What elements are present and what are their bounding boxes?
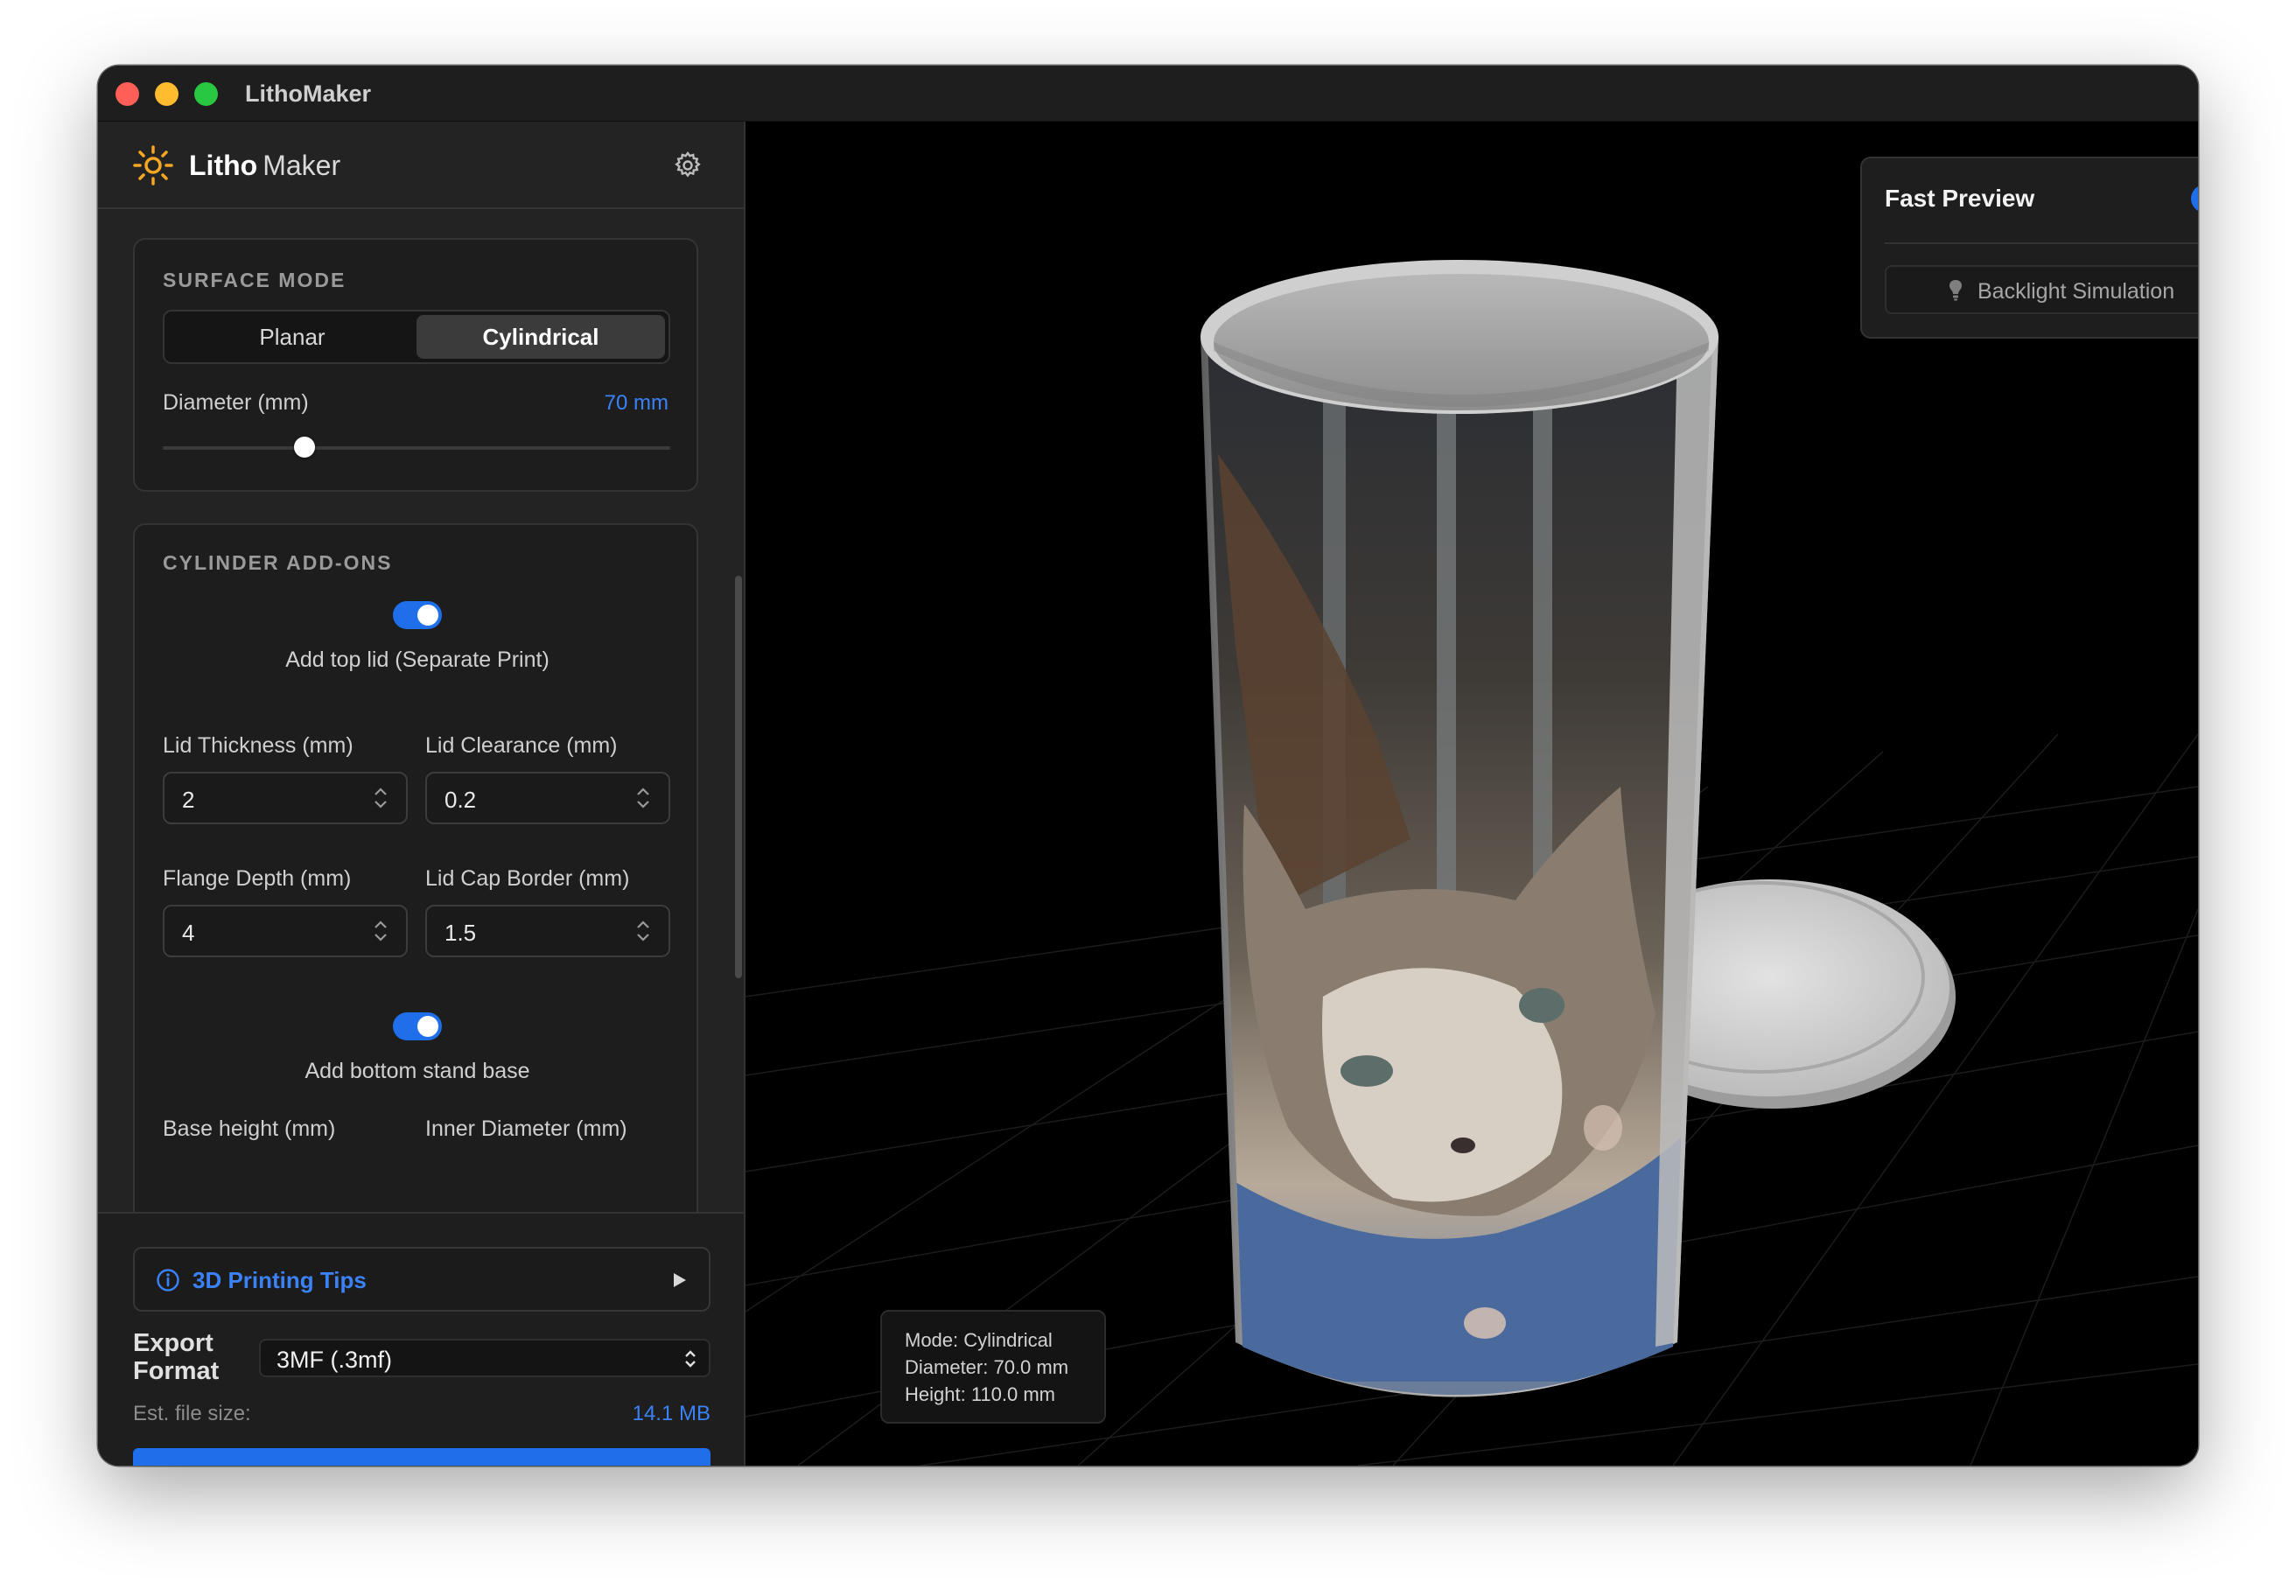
stepper-arrows-icon[interactable] bbox=[635, 785, 651, 811]
stepper-arrows-icon[interactable] bbox=[373, 918, 388, 944]
info-icon bbox=[157, 1269, 179, 1292]
file-size-label: Est. file size: bbox=[133, 1402, 251, 1425]
info-height: Height: 110.0 mm bbox=[905, 1383, 1056, 1405]
cylinder-addons-card: CYLINDER ADD-ONS Add top lid (Separate P… bbox=[133, 523, 698, 1212]
backlight-simulation-label: Backlight Simulation bbox=[1978, 279, 2175, 304]
backlight-simulation-button[interactable]: Backlight Simulation bbox=[1885, 265, 2198, 314]
info-diameter: Diameter: 70.0 mm bbox=[905, 1356, 1069, 1378]
bottom-base-toggle[interactable] bbox=[393, 1012, 442, 1040]
stepper-arrows-icon[interactable] bbox=[373, 785, 388, 811]
model-info-box: Mode: Cylindrical Diameter: 70.0 mm Heig… bbox=[880, 1310, 1106, 1424]
sidebar-header: Litho Maker bbox=[98, 122, 746, 209]
app-window: LithoMaker Litho Maker SURFACE MODE Plan… bbox=[98, 66, 2198, 1466]
cylinder-model bbox=[1200, 260, 1718, 1397]
sidebar-scrollbar[interactable] bbox=[735, 576, 742, 978]
diameter-label: Diameter (mm) bbox=[163, 390, 309, 415]
panel-divider bbox=[1885, 242, 2198, 244]
planar-segment[interactable]: Planar bbox=[168, 315, 416, 359]
info-mode: Mode: Cylindrical bbox=[905, 1329, 1053, 1351]
fast-preview-label: Fast Preview bbox=[1885, 185, 2035, 212]
cylinder-addons-title: CYLINDER ADD-ONS bbox=[163, 551, 393, 574]
lid-thickness-value: 2 bbox=[182, 787, 195, 813]
fast-preview-toggle[interactable] bbox=[2191, 185, 2198, 213]
lid-clearance-stepper[interactable]: 0.2 bbox=[425, 772, 670, 824]
top-lid-toggle[interactable] bbox=[393, 601, 442, 629]
lid-cap-border-value: 1.5 bbox=[444, 920, 477, 946]
top-lid-label: Add top lid (Separate Print) bbox=[285, 648, 550, 672]
cylindrical-segment[interactable]: Cylindrical bbox=[416, 315, 665, 359]
flange-depth-label: Flange Depth (mm) bbox=[163, 866, 352, 891]
lid-thickness-label: Lid Thickness (mm) bbox=[163, 733, 354, 758]
close-window-button[interactable] bbox=[116, 82, 139, 106]
diameter-slider-thumb[interactable] bbox=[294, 437, 316, 458]
minimize-window-button[interactable] bbox=[155, 82, 178, 106]
lid-clearance-label: Lid Clearance (mm) bbox=[425, 733, 618, 758]
lid-thickness-stepper[interactable]: 2 bbox=[163, 772, 408, 824]
stepper-arrows-icon[interactable] bbox=[635, 918, 651, 944]
zoom-window-button[interactable] bbox=[194, 82, 218, 106]
flange-depth-stepper[interactable]: 4 bbox=[163, 905, 408, 957]
lightbulb-icon bbox=[1950, 280, 1962, 301]
flange-depth-value: 4 bbox=[182, 920, 195, 946]
surface-mode-title: SURFACE MODE bbox=[163, 269, 346, 291]
surface-mode-segmented-control: Planar Cylindrical bbox=[163, 310, 670, 364]
diameter-value: 70 mm bbox=[604, 391, 668, 415]
sun-logo-icon bbox=[133, 145, 173, 186]
diameter-slider-track[interactable] bbox=[163, 446, 670, 450]
title-bar: LithoMaker bbox=[98, 66, 2198, 122]
disclosure-arrow-icon[interactable] bbox=[674, 1273, 686, 1287]
lid-clearance-value: 0.2 bbox=[444, 787, 477, 813]
brand-light: Maker bbox=[262, 150, 341, 181]
brand-bold: Litho bbox=[189, 150, 258, 181]
inner-diameter-label: Inner Diameter (mm) bbox=[425, 1116, 627, 1141]
app-brand: Litho Maker bbox=[189, 150, 340, 182]
surface-mode-card: SURFACE MODE Planar Cylindrical Diameter… bbox=[133, 238, 698, 492]
export-section: 3D Printing Tips Export Format 3MF (.3mf… bbox=[98, 1212, 744, 1466]
export-format-label: Export Format bbox=[133, 1329, 220, 1385]
export-button[interactable]: Export 3MF bbox=[133, 1448, 710, 1466]
printing-tips-disclosure[interactable]: 3D Printing Tips bbox=[133, 1247, 710, 1312]
3d-viewport[interactable]: Fast Preview Backlight Simulation Mode: … bbox=[746, 122, 2198, 1466]
file-size-value: 14.1 MB bbox=[632, 1402, 710, 1425]
sidebar: Litho Maker SURFACE MODE Planar Cylindric… bbox=[98, 122, 746, 1466]
settings-scroll-area[interactable]: SURFACE MODE Planar Cylindrical Diameter… bbox=[98, 210, 744, 1212]
window-title: LithoMaker bbox=[245, 80, 372, 107]
preview-options-panel: Fast Preview Backlight Simulation bbox=[1860, 157, 2198, 339]
export-format-select[interactable]: 3MF (.3mf) bbox=[259, 1339, 710, 1377]
base-height-label: Base height (mm) bbox=[163, 1116, 336, 1141]
lid-cap-border-stepper[interactable]: 1.5 bbox=[425, 905, 670, 957]
lid-cap-border-label: Lid Cap Border (mm) bbox=[425, 866, 630, 891]
bottom-base-label: Add bottom stand base bbox=[304, 1059, 530, 1083]
gear-icon[interactable] bbox=[673, 150, 703, 180]
export-format-value: 3MF (.3mf) bbox=[276, 1347, 392, 1373]
chevron-updown-icon bbox=[685, 1350, 696, 1368]
printing-tips-label: 3D Printing Tips bbox=[192, 1267, 367, 1293]
